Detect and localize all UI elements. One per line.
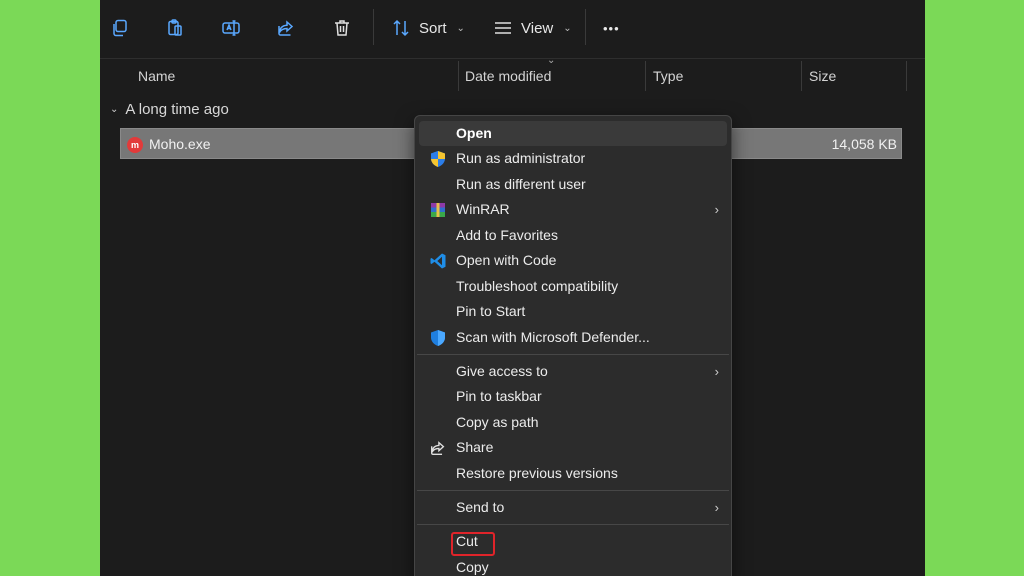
chevron-down-icon: ⌄ <box>563 22 572 34</box>
winrar-icon <box>427 199 449 221</box>
file-size: 14,058 KB <box>831 136 897 152</box>
sort-caret-icon: ⌄ <box>547 55 556 66</box>
clipboard-icon <box>168 19 182 36</box>
rename-icon <box>222 20 240 36</box>
moho-app-icon: m <box>127 137 143 153</box>
menu-item-scan-with-defender[interactable]: Scan with Microsoft Defender... <box>419 325 727 350</box>
column-name[interactable]: Name <box>138 59 453 91</box>
menu-item-run-as-administrator[interactable]: Run as administrator <box>419 146 727 171</box>
column-header: Name Date modified Type Size <box>100 59 925 91</box>
share-button[interactable] <box>268 11 304 45</box>
file-explorer-window: Sort ⌄ View ⌄ ••• Name Date modified Typ… <box>100 0 925 576</box>
rename-button[interactable] <box>213 11 249 45</box>
copy-button[interactable] <box>102 11 138 45</box>
command-bar: Sort ⌄ View ⌄ ••• <box>100 0 925 59</box>
column-type[interactable]: Type <box>653 59 801 91</box>
menu-item-share[interactable]: Share <box>419 435 727 460</box>
chevron-down-icon: ⌄ <box>456 22 465 34</box>
menu-item-give-access-to[interactable]: Give access to › <box>419 359 727 384</box>
delete-button[interactable] <box>324 11 360 45</box>
chevron-right-icon: › <box>714 364 719 379</box>
menu-item-open-with-code[interactable]: Open with Code <box>419 248 727 273</box>
menu-separator <box>417 524 729 525</box>
column-divider <box>801 61 802 91</box>
column-size[interactable]: Size <box>809 59 905 91</box>
view-label: View <box>521 19 554 37</box>
context-menu: Open Run as administrator Run as differe… <box>414 115 732 576</box>
menu-item-send-to[interactable]: Send to › <box>419 495 727 520</box>
copy-icon <box>113 19 127 37</box>
chevron-down-icon: ⌄ <box>110 104 119 115</box>
share-icon <box>278 20 294 36</box>
file-name: Moho.exe <box>149 136 211 152</box>
menu-separator <box>417 490 729 491</box>
group-header[interactable]: ⌄ A long time ago <box>110 101 229 118</box>
vscode-icon <box>427 250 449 272</box>
menu-item-copy-as-path[interactable]: Copy as path <box>419 410 727 435</box>
menu-separator <box>417 354 729 355</box>
menu-item-pin-to-taskbar[interactable]: Pin to taskbar <box>419 384 727 409</box>
view-menu-button[interactable]: View ⌄ <box>493 11 572 45</box>
chevron-right-icon: › <box>714 500 719 515</box>
group-label: A long time ago <box>125 101 229 118</box>
chevron-right-icon: › <box>714 202 719 217</box>
view-icon <box>495 22 511 34</box>
menu-item-copy[interactable]: Copy <box>419 555 727 576</box>
more-icon: ••• <box>603 20 620 36</box>
column-divider <box>645 61 646 91</box>
share-icon <box>427 437 449 459</box>
see-more-button[interactable]: ••• <box>603 11 620 45</box>
toolbar-separator <box>373 9 374 45</box>
cut-highlight-outline <box>451 532 495 556</box>
sort-label: Sort <box>419 19 447 37</box>
sort-icon <box>393 19 409 37</box>
trash-icon <box>335 20 349 36</box>
toolbar-separator <box>585 9 586 45</box>
paste-button[interactable] <box>157 11 193 45</box>
menu-item-add-to-favorites[interactable]: Add to Favorites <box>419 223 727 248</box>
menu-item-restore-previous-versions[interactable]: Restore previous versions <box>419 461 727 486</box>
sort-menu-button[interactable]: Sort ⌄ <box>391 11 465 45</box>
uac-shield-icon <box>427 148 449 170</box>
menu-item-troubleshoot-compatibility[interactable]: Troubleshoot compatibility <box>419 274 727 299</box>
menu-item-open[interactable]: Open <box>419 121 727 146</box>
menu-item-run-as-different-user[interactable]: Run as different user <box>419 172 727 197</box>
menu-item-pin-to-start[interactable]: Pin to Start <box>419 299 727 324</box>
column-divider <box>458 61 459 91</box>
defender-shield-icon <box>427 327 449 349</box>
menu-item-winrar[interactable]: WinRAR › <box>419 197 727 222</box>
column-divider <box>906 61 907 91</box>
